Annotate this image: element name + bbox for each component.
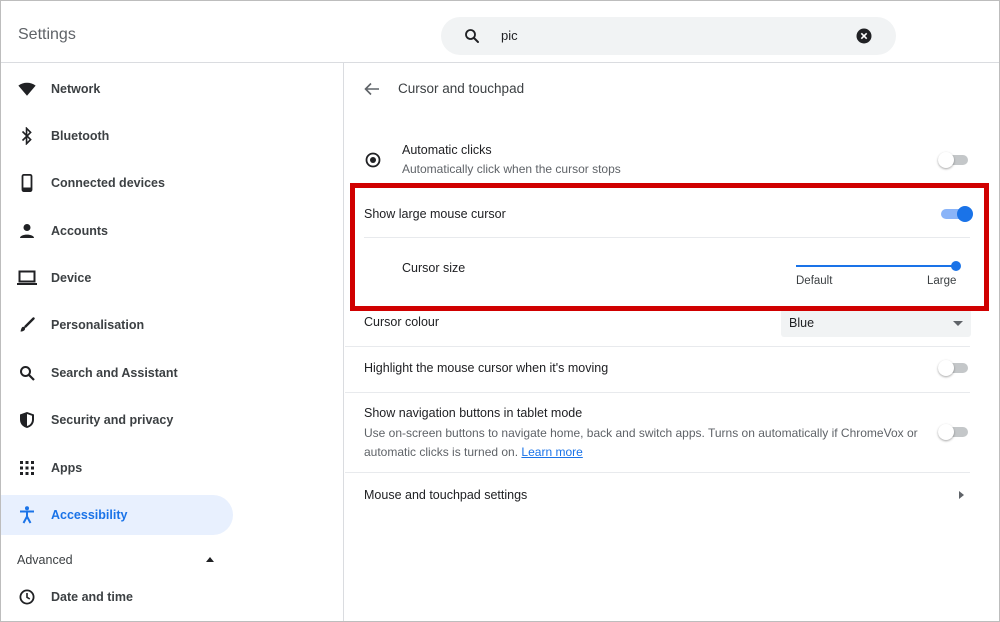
search-icon [465, 29, 479, 43]
header: Settings pic [1, 1, 999, 63]
sidebar-item-label: Connected devices [51, 176, 165, 190]
sidebar-item-label: Device [51, 271, 92, 285]
automatic-clicks-title: Automatic clicks [402, 143, 492, 157]
nav-buttons-description: Use on-screen buttons to navigate home, … [364, 424, 929, 462]
cursor-colour-value: Blue [789, 316, 815, 330]
automatic-clicks-subtitle: Automatically click when the cursor stop… [402, 162, 621, 176]
cursor-colour-title: Cursor colour [364, 315, 440, 329]
brush-icon [17, 315, 37, 335]
dropdown-arrow-icon [953, 321, 963, 326]
sidebar-item-label: Apps [51, 461, 83, 475]
highlight-cursor-title: Highlight the mouse cursor when it's mov… [364, 361, 609, 375]
caret-up-icon[interactable] [206, 557, 214, 562]
sidebar-item-label: Network [51, 82, 101, 96]
advanced-section-label[interactable]: Advanced [17, 553, 73, 567]
wifi-icon [17, 79, 37, 99]
divider [345, 472, 970, 473]
clear-search-icon[interactable] [856, 28, 872, 44]
accessibility-icon [17, 505, 37, 525]
sidebar-item-apps[interactable]: Apps [1, 448, 233, 488]
sidebar-item-label: Personalisation [51, 318, 145, 332]
automatic-clicks-toggle[interactable] [938, 152, 970, 168]
scrollbar[interactable] [988, 63, 999, 621]
page-title: Cursor and touchpad [398, 81, 525, 96]
apps-grid-icon [17, 458, 37, 478]
cursor-colour-select[interactable]: Blue [781, 309, 971, 337]
highlight-cursor-toggle[interactable] [938, 360, 970, 376]
arrow-back-icon[interactable] [363, 80, 381, 98]
sidebar-item-bluetooth[interactable]: Bluetooth [1, 116, 233, 156]
search-input[interactable]: pic [501, 28, 518, 43]
sidebar-item-device[interactable]: Device [1, 258, 233, 298]
shield-icon [17, 410, 37, 430]
sidebar-item-label: Bluetooth [51, 129, 110, 143]
highlight-annotation-box [350, 183, 989, 311]
mouse-touchpad-settings-link[interactable]: Mouse and touchpad settings [364, 488, 527, 502]
phone-icon [17, 173, 37, 193]
sidebar-item-accounts[interactable]: Accounts [1, 211, 233, 251]
divider [345, 392, 970, 393]
learn-more-link[interactable]: Learn more [521, 445, 582, 459]
sidebar-item-date-time[interactable]: Date and time [1, 577, 233, 617]
nav-buttons-title: Show navigation buttons in tablet mode [364, 406, 583, 420]
chevron-right-icon[interactable] [959, 491, 964, 499]
sidebar-item-connected-devices[interactable]: Connected devices [1, 163, 233, 203]
sidebar-item-personalisation[interactable]: Personalisation [1, 305, 233, 345]
laptop-icon [17, 268, 37, 288]
search-icon [17, 363, 37, 383]
sidebar-item-label: Search and Assistant [51, 366, 178, 380]
sidebar-item-accessibility[interactable]: Accessibility [1, 495, 233, 535]
main-content: Cursor and touchpad Automatic clicks Aut… [345, 63, 985, 621]
divider [345, 346, 970, 347]
app-title: Settings [18, 26, 76, 43]
nav-buttons-description-text: Use on-screen buttons to navigate home, … [364, 426, 918, 459]
sidebar-item-label: Accessibility [51, 508, 128, 522]
sidebar-item-label: Security and privacy [51, 413, 174, 427]
sidebar-item-label: Date and time [51, 590, 133, 604]
sidebar-item-label: Accounts [51, 224, 108, 238]
sidebar-item-network[interactable]: Network [1, 69, 233, 109]
search-box[interactable]: pic [441, 17, 896, 55]
sidebar-item-security-privacy[interactable]: Security and privacy [1, 400, 233, 440]
person-icon [17, 221, 37, 241]
bluetooth-icon [17, 126, 37, 146]
clock-icon [17, 587, 37, 607]
sidebar: Network Bluetooth Connected devices Acco… [1, 63, 344, 621]
sidebar-item-search-assistant[interactable]: Search and Assistant [1, 353, 233, 393]
automatic-clicks-icon [365, 152, 381, 168]
nav-buttons-toggle[interactable] [938, 424, 970, 440]
